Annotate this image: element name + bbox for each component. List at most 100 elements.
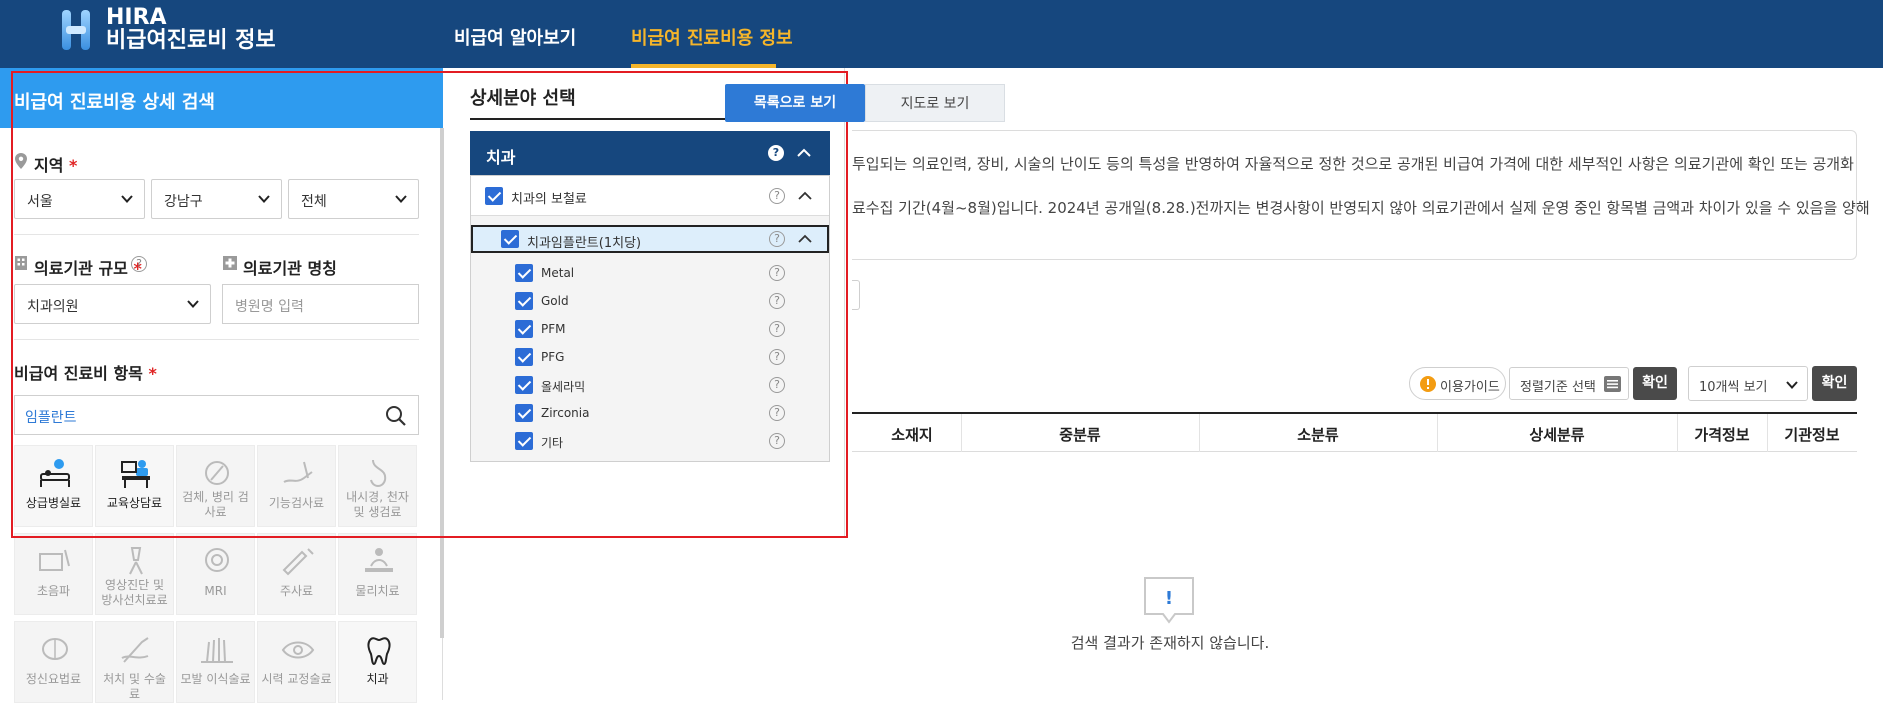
checkbox[interactable] <box>515 376 533 394</box>
category-tile-function-test[interactable]: 기능검사료 <box>257 445 336 527</box>
chevron-down-icon <box>395 195 407 203</box>
search-panel-title: 비급여 진료비용 상세 검색 <box>0 68 443 128</box>
notice-line-2: 료수집 기간(4월~8월)입니다. 2024년 공개일(8.28.)전까지는 변… <box>852 199 1870 217</box>
category-tile-dental[interactable]: 치과 <box>338 621 417 703</box>
cost-item-search-input[interactable]: 임플란트 <box>14 395 419 435</box>
hospital-bed-icon <box>40 459 70 487</box>
logo-subtitle: 비급여진료비 정보 <box>106 28 276 53</box>
question-circle-icon[interactable]: ? <box>769 321 785 337</box>
tree-item[interactable]: Metal ? <box>471 262 829 286</box>
checkbox[interactable] <box>515 432 533 450</box>
checkbox[interactable] <box>485 187 503 205</box>
column-location[interactable]: 소재지 <box>877 424 947 445</box>
question-circle-icon[interactable]: ? <box>769 265 785 281</box>
region-dong-select[interactable]: 전체 <box>288 179 419 219</box>
tree-level1-prosthetics[interactable]: 치과의 보철료 ? <box>471 176 829 216</box>
category-tile-endoscopy[interactable]: 내시경, 천자 및 생검료 <box>338 445 417 527</box>
question-circle-icon[interactable]: ? <box>769 188 785 204</box>
category-tile-ultrasound[interactable]: 초음파 <box>14 533 93 615</box>
nav-learn-noncovered[interactable]: 비급여 알아보기 <box>454 24 576 50</box>
endoscope-icon <box>370 459 387 487</box>
category-tile-education[interactable]: 교육상담료 <box>95 445 174 527</box>
hospital-icon <box>223 256 237 270</box>
chevron-down-icon <box>258 195 270 203</box>
column-sub-category[interactable]: 소분류 <box>1199 424 1437 445</box>
column-detail-category[interactable]: 상세분류 <box>1437 424 1677 445</box>
category-tile-surgery[interactable]: 처치 및 수술료 <box>95 621 174 703</box>
modal-title: 상세분야 선택 <box>470 88 576 109</box>
tree-item[interactable]: 기타 ? <box>471 430 829 454</box>
tree-item[interactable]: Gold ? <box>471 290 829 314</box>
column-mid-category[interactable]: 중분류 <box>961 424 1199 445</box>
surgery-icon <box>121 637 149 663</box>
question-circle-icon[interactable]: ? <box>769 349 785 365</box>
tree-item[interactable]: PFG ? <box>471 346 829 370</box>
category-tile-injection[interactable]: 주사료 <box>257 533 336 615</box>
chevron-down-icon <box>121 195 133 203</box>
category-tile-hair-transplant[interactable]: 모발 이식술료 <box>176 621 255 703</box>
function-test-icon <box>283 461 313 483</box>
question-circle-icon[interactable]: ? <box>769 405 785 421</box>
checkbox[interactable] <box>515 292 533 310</box>
chevron-up-icon[interactable] <box>797 146 811 160</box>
question-circle-icon[interactable]: ? <box>769 377 785 393</box>
divider <box>14 234 419 235</box>
empty-result-icon: ! <box>1144 577 1194 624</box>
checkbox[interactable] <box>501 230 519 248</box>
question-circle-icon[interactable]: ? <box>768 145 784 161</box>
chevron-down-icon <box>1786 381 1798 389</box>
question-circle-icon[interactable]: ? <box>131 256 147 272</box>
category-tile-vision-correction[interactable]: 시력 교정술료 <box>257 621 336 703</box>
sort-select[interactable]: 정렬기준 선택 <box>1509 367 1629 400</box>
empty-result-text: 검색 결과가 존재하지 않습니다. <box>1070 634 1270 652</box>
search-icon[interactable] <box>384 404 408 428</box>
category-header[interactable]: 치과 ? <box>470 131 830 175</box>
category-tile-mri[interactable]: MRI <box>176 533 255 615</box>
detail-field-modal: 상세분야 선택 치과 ? 치과의 보철료 ? 치과임플란트(1치당) ? Met… <box>445 68 845 538</box>
checkbox[interactable] <box>515 320 533 338</box>
divider <box>14 339 419 340</box>
tree-item[interactable]: Zirconia ? <box>471 402 829 426</box>
usage-guide-button[interactable]: 이용가이드 <box>1409 367 1506 400</box>
institution-scale-select[interactable]: 치과의원 <box>14 284 211 324</box>
info-icon <box>1420 376 1436 392</box>
view-list-button[interactable]: 목록으로 보기 <box>725 84 865 122</box>
hira-logo-icon[interactable] <box>60 8 92 52</box>
page-size-select[interactable]: 10개씩 보기 <box>1688 366 1808 401</box>
column-price-info[interactable]: 가격정보 <box>1677 424 1767 445</box>
checkbox[interactable] <box>515 348 533 366</box>
institution-name-label: 의료기관 명칭 <box>243 259 337 278</box>
view-map-button[interactable]: 지도로 보기 <box>865 84 1005 122</box>
eye-icon <box>281 641 315 659</box>
ultrasound-icon <box>39 549 70 571</box>
specimen-icon <box>205 461 229 485</box>
sort-confirm-button[interactable]: 확인 <box>1633 367 1677 400</box>
checkbox[interactable] <box>515 404 533 422</box>
category-tile-physical-therapy[interactable]: 물리치료 <box>338 533 417 615</box>
tree-item[interactable]: 올세라믹 ? <box>471 374 829 398</box>
page-size-confirm-button[interactable]: 확인 <box>1812 366 1857 401</box>
question-circle-icon[interactable]: ? <box>769 293 785 309</box>
institution-name-input[interactable]: 병원명 입력 <box>222 284 419 324</box>
nav-noncovered-cost-info[interactable]: 비급여 진료비용 정보 <box>631 24 793 50</box>
tree-item[interactable]: PFM ? <box>471 318 829 342</box>
category-tile-specimen[interactable]: 검체, 병리 검사료 <box>176 445 255 527</box>
svg-text:!: ! <box>1165 588 1173 609</box>
scale-label: 의료기관 규모 * <box>34 259 142 278</box>
column-institution-info[interactable]: 기관정보 <box>1767 424 1857 445</box>
category-tile-radiology[interactable]: 영상진단 및 방사선치료료 <box>95 533 174 615</box>
truncated-control[interactable] <box>852 280 860 310</box>
question-circle-icon[interactable]: ? <box>769 433 785 449</box>
region-district-select[interactable]: 강남구 <box>151 179 282 219</box>
chevron-up-icon[interactable] <box>798 232 812 246</box>
notice-box: 투입되는 의료인력, 장비, 시술의 난이도 등의 특성을 반영하여 자율적으로… <box>852 130 1870 260</box>
region-city-select[interactable]: 서울 <box>14 179 145 219</box>
tree-level2-implant[interactable]: 치과임플란트(1치당) ? <box>471 225 829 253</box>
category-tree: 치과의 보철료 ? 치과임플란트(1치당) ? Metal ? Gold ? P… <box>470 175 830 462</box>
checkbox[interactable] <box>515 264 533 282</box>
question-circle-icon[interactable]: ? <box>769 231 785 247</box>
panel-scrollbar[interactable] <box>440 128 444 638</box>
category-tile-psychotherapy[interactable]: 정신요법료 <box>14 621 93 703</box>
category-tile-premium-room[interactable]: 상급병실료 <box>14 445 93 527</box>
chevron-up-icon[interactable] <box>798 189 812 203</box>
